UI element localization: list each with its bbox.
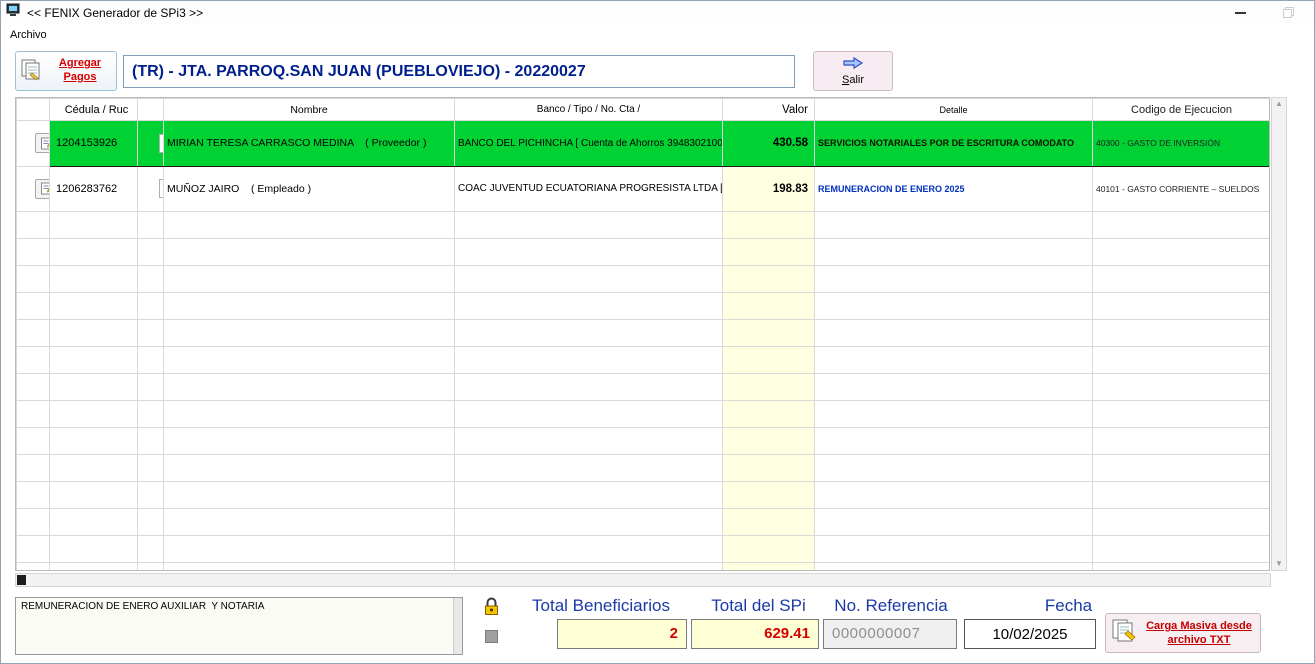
app-icon [6,3,21,23]
nombre-cell[interactable]: MUÑOZ JAIRO ( Empleado ) [164,166,455,212]
detalle-cell[interactable]: SERVICIOS NOTARIALES POR DE ESCRITURA CO… [815,121,1093,167]
vertical-scrollbar[interactable]: ▲ ▼ [1271,97,1287,571]
banco-cell[interactable]: BANCO DEL PICHINCHA [ Cuenta de Ahorros … [455,121,723,167]
fenix-spi-window: { "window": { "title": "<< FENIX Generad… [0,0,1315,664]
salir-button[interactable]: Salir [813,51,893,91]
header-banco: Banco / Tipo / No. Cta / [455,99,723,121]
exit-arrow-icon [842,56,864,73]
table-row-empty [17,347,1271,374]
carga-masiva-label: Carga Masiva desde archivo TXT [1143,619,1255,648]
grid-header-row: Cédula / Ruc Nombre Banco / Tipo / No. C… [17,99,1271,121]
horizontal-scroll-thumb[interactable] [17,575,26,585]
window-title: << FENIX Generador de SPi3 >> [27,6,203,20]
header-codigo: Codigo de Ejecucion [1093,99,1271,121]
table-row-empty [17,374,1271,401]
table-row-empty [17,455,1271,482]
referencia-value: 0000000007 [823,619,957,649]
header-icon-col [17,99,50,121]
table-row-empty [17,536,1271,563]
table-row-empty [17,293,1271,320]
table-row-empty [17,428,1271,455]
total-spi-label: Total del SPi [696,596,821,616]
delete-row-button[interactable] [159,134,163,153]
menu-archivo[interactable]: Archivo [1,26,56,44]
minimize-button[interactable] [1224,2,1256,23]
minimize-icon [1235,12,1246,14]
referencia-label: No. Referencia [823,596,959,616]
fecha-field[interactable] [964,619,1096,649]
header-cedula: Cédula / Ruc [50,99,138,121]
salir-label: Salir [842,74,864,86]
payments-grid: Cédula / Ruc Nombre Banco / Tipo / No. C… [15,97,1270,571]
nombre-cell[interactable]: MIRIAN TERESA CARRASCO MEDINA ( Proveedo… [164,121,455,167]
titlebar: << FENIX Generador de SPi3 >> [1,1,1314,25]
edit-row-button[interactable] [35,179,49,199]
valor-cell[interactable]: 430.58 [723,121,815,167]
header-valor: Valor [723,99,815,121]
table-row-empty [17,509,1271,536]
valor-cell[interactable]: 198.83 [723,166,815,212]
table-row-empty [17,212,1271,239]
delete-row-button[interactable] [159,179,163,198]
note-scrollbar[interactable] [453,598,462,654]
header-detalle: Detalle [815,99,1093,121]
carga-masiva-button[interactable]: Carga Masiva desde archivo TXT [1105,613,1261,653]
table-row: 1204153926 MIRIAN TERESA CARRASCO MEDINA… [17,121,1271,167]
table-row-empty [17,563,1271,572]
header-delete-col [138,99,164,121]
table-row-empty [17,266,1271,293]
maximize-button[interactable] [1272,2,1304,23]
table-row-empty [17,320,1271,347]
cedula-cell[interactable]: 1206283762 [50,166,138,212]
checkbox-indicator[interactable] [485,630,498,643]
edit-row-button[interactable] [35,133,49,153]
grid-body: 1204153926 MIRIAN TERESA CARRASCO MEDINA… [17,121,1271,572]
agregar-pagos-button[interactable]: Agregar Pagos [15,51,117,91]
lock-button[interactable] [481,597,501,619]
total-spi-value: 629.41 [691,619,819,649]
note-textarea[interactable]: REMUNERACION DE ENERO AUXILIAR Y NOTARIA [15,597,463,655]
codigo-cell[interactable]: 40101 - GASTO CORRIENTE – SUELDOS [1093,166,1271,212]
header-nombre: Nombre [164,99,455,121]
restore-icon [1282,6,1295,19]
cedula-cell[interactable]: 1204153926 [50,121,138,167]
scroll-down-icon: ▼ [1275,560,1283,568]
total-beneficiarios-label: Total Beneficiarios [511,596,691,616]
menubar: Archivo [1,25,1314,45]
horizontal-scrollbar[interactable] [15,573,1271,587]
table-row-empty [17,401,1271,428]
codigo-cell[interactable]: 40300 - GASTO DE INVERSIÓN [1093,121,1271,167]
scroll-up-icon: ▲ [1275,100,1283,108]
agregar-pagos-label: Agregar Pagos [48,57,112,85]
edit-icon [40,181,50,196]
table-row-empty [17,482,1271,509]
entity-title-field[interactable] [123,55,795,88]
edit-icon [40,136,50,151]
detalle-cell[interactable]: REMUNERACION DE ENERO 2025 [815,166,1093,212]
carga-masiva-icon [1111,618,1139,648]
banco-cell[interactable]: COAC JUVENTUD ECUATORIANA PROGRESISTA LT… [455,166,723,212]
lock-icon [483,597,500,616]
table-row: 1206283762 MUÑOZ JAIRO ( Empleado ) COAC… [17,166,1271,212]
total-beneficiarios-value: 2 [557,619,687,649]
agregar-pagos-icon [20,57,44,86]
table-row-empty [17,239,1271,266]
